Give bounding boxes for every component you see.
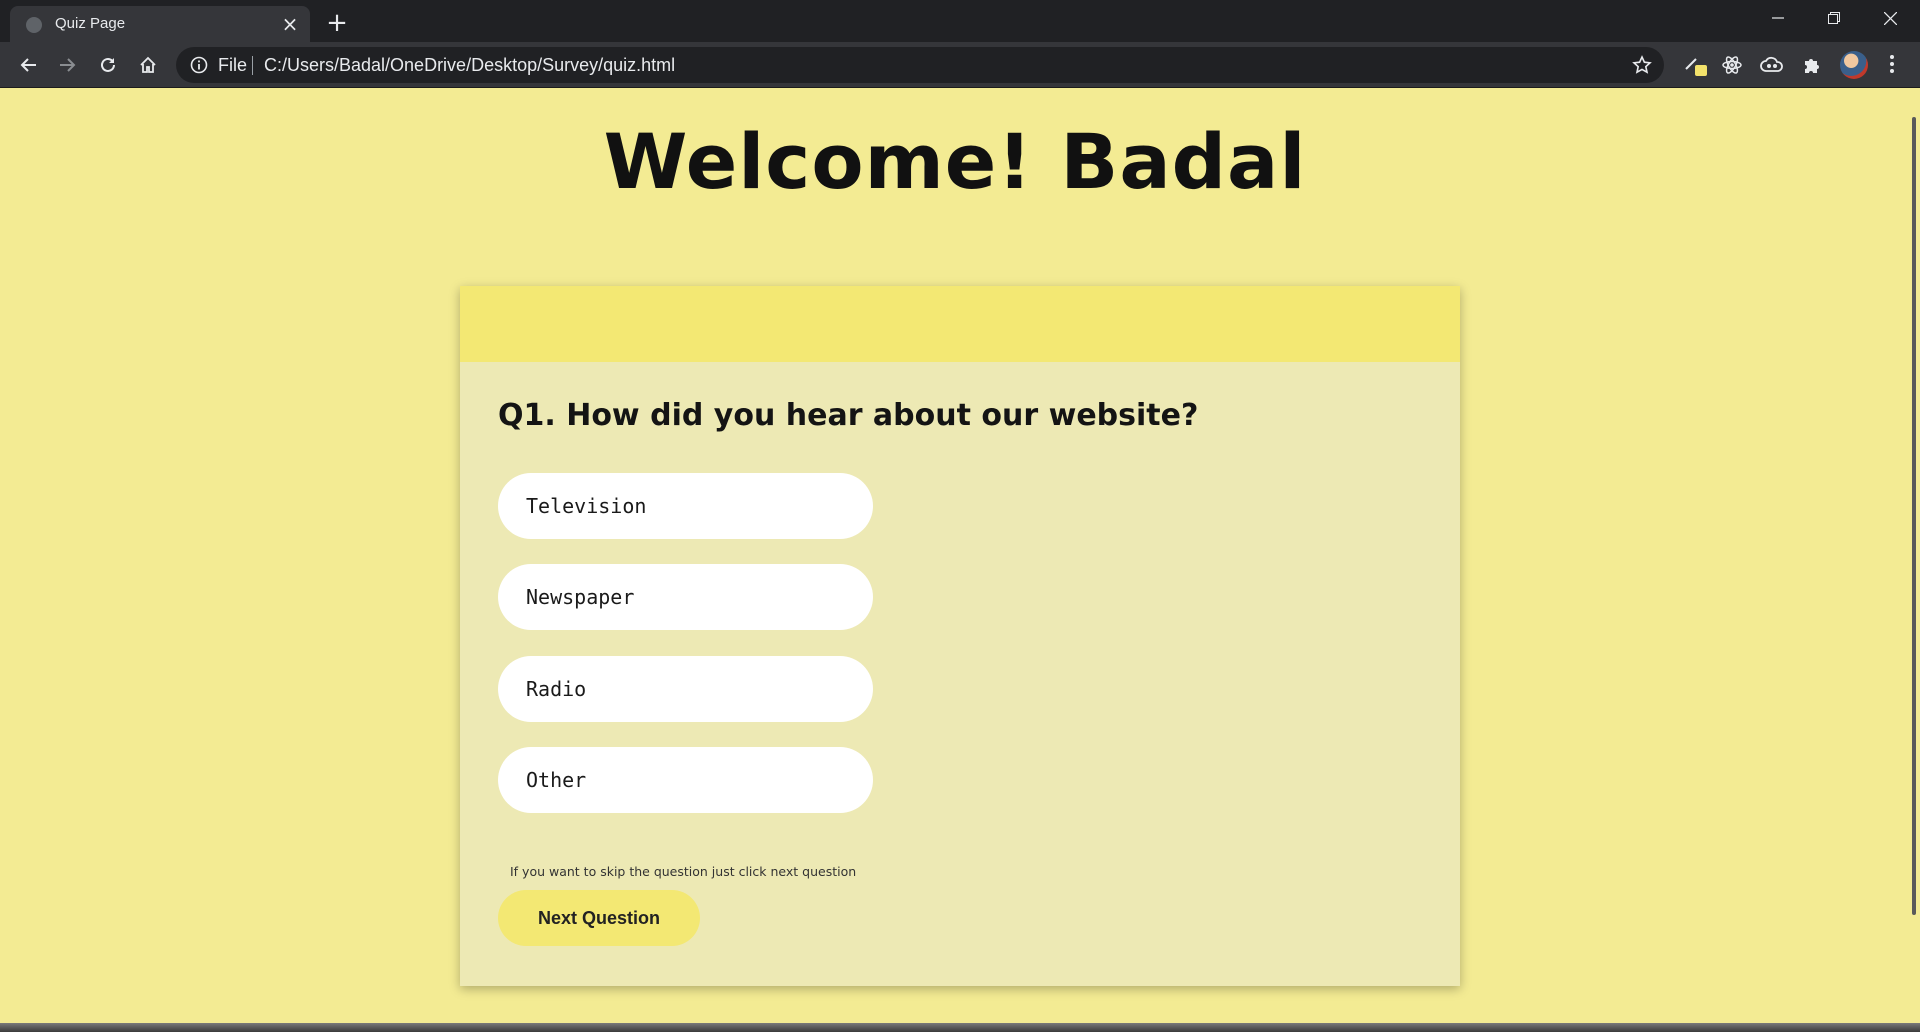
home-icon[interactable]: [134, 51, 162, 79]
highlighter-extension-icon[interactable]: [1684, 53, 1708, 77]
reload-icon[interactable]: [94, 51, 122, 79]
quiz-card: Q1. How did you hear about our website? …: [460, 286, 1460, 986]
option-newspaper[interactable]: Newspaper: [498, 564, 873, 630]
option-television[interactable]: Television: [498, 473, 873, 539]
browser-tabbar: Quiz Page × +: [0, 0, 1920, 42]
restore-icon[interactable]: [1806, 0, 1862, 38]
puzzle-extensions-icon[interactable]: [1800, 53, 1824, 77]
browser-toolbar: File C:/Users/Badal/OneDrive/Desktop/Sur…: [0, 42, 1920, 88]
tab-close-button[interactable]: ×: [280, 14, 300, 34]
welcome-heading: Welcome! Badal: [603, 117, 1307, 206]
option-radio[interactable]: Radio: [498, 656, 873, 722]
cloud-extension-icon[interactable]: [1760, 53, 1784, 77]
omnibox-separator: [252, 56, 253, 75]
scheme-label: File: [218, 55, 248, 75]
globe-icon: [26, 17, 42, 33]
new-tab-button[interactable]: +: [322, 8, 352, 38]
react-devtools-icon[interactable]: [1720, 53, 1744, 77]
minimize-icon[interactable]: [1750, 0, 1806, 38]
next-question-button[interactable]: Next Question: [498, 890, 700, 946]
profile-avatar[interactable]: [1840, 51, 1868, 79]
bottom-edge: [0, 1023, 1920, 1032]
question-text: Q1. How did you hear about our website?: [498, 398, 1199, 433]
page-body: Welcome! Badal Q1. How did you hear abou…: [0, 89, 1920, 1032]
option-other[interactable]: Other: [498, 747, 873, 813]
info-icon[interactable]: [190, 56, 208, 78]
tab-title: Quiz Page: [55, 15, 126, 32]
page-scrollbar[interactable]: [1912, 117, 1916, 915]
menu-kebab-icon[interactable]: [1882, 52, 1902, 78]
browser-tab[interactable]: Quiz Page ×: [10, 6, 310, 42]
forward-arrow-icon[interactable]: [54, 51, 82, 79]
skip-hint: If you want to skip the question just cl…: [510, 864, 857, 879]
url-text[interactable]: C:/Users/Badal/OneDrive/Desktop/Survey/q…: [264, 55, 675, 76]
bookmark-star-icon[interactable]: [1632, 55, 1652, 79]
back-arrow-icon[interactable]: [14, 51, 42, 79]
quiz-card-header: [460, 286, 1460, 362]
close-window-icon[interactable]: [1862, 0, 1918, 38]
address-bar[interactable]: File C:/Users/Badal/OneDrive/Desktop/Sur…: [176, 47, 1664, 83]
